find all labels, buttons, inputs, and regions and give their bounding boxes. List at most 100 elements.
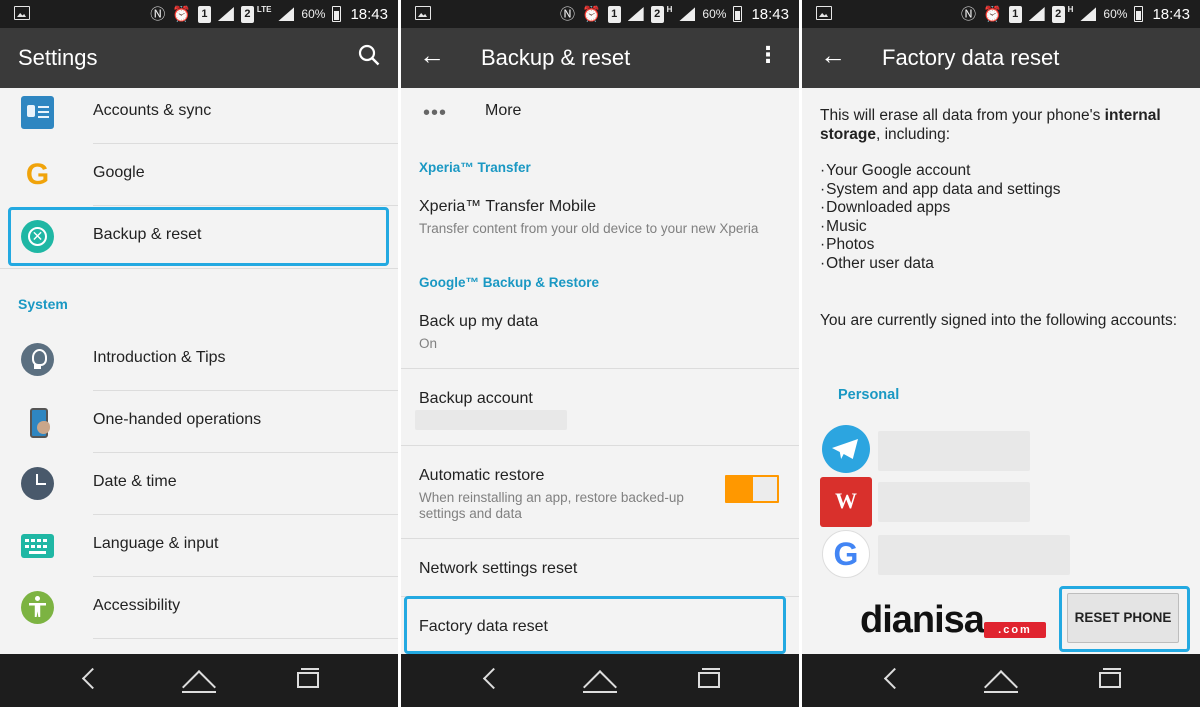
status-bar: Ⓝ ⏰ 1 2 H 60% 18:43 xyxy=(802,0,1200,28)
network-type-label: H xyxy=(1067,5,1074,14)
more-label: More xyxy=(485,102,522,119)
settings-item-label: Accounts & sync xyxy=(93,102,212,119)
redacted-account xyxy=(878,482,1030,522)
settings-item-label: Accessibility xyxy=(93,597,181,614)
settings-item-label: One-handed operations xyxy=(93,411,262,428)
nav-recents-icon[interactable] xyxy=(1099,668,1121,688)
category-xperia-transfer: Xperia™ Transfer xyxy=(419,160,531,175)
back-arrow-icon[interactable]: ← xyxy=(419,42,445,68)
settings-item-one-handed[interactable]: One-handed operations xyxy=(0,391,398,453)
nav-recents-icon[interactable] xyxy=(698,668,720,688)
erase-items-list: Your Google account System and app data … xyxy=(820,162,1061,274)
factory-reset-screen: Ⓝ ⏰ 1 2 H 60% 18:43 ← Factory data reset… xyxy=(802,0,1200,707)
settings-item-introduction-tips[interactable]: Introduction & Tips xyxy=(0,329,398,391)
lightbulb-icon xyxy=(21,343,54,376)
nav-back-icon[interactable] xyxy=(481,668,497,690)
nfc-icon: Ⓝ xyxy=(960,5,976,23)
backup-account-item[interactable]: Backup account xyxy=(419,390,781,408)
automatic-restore-item[interactable]: Automatic restore When reinstalling an a… xyxy=(419,467,689,522)
more-dots-icon: ••• xyxy=(423,102,448,124)
battery-icon xyxy=(1134,6,1144,22)
settings-item-accounts-sync[interactable]: Accounts & sync xyxy=(0,82,398,144)
clock-time: 18:43 xyxy=(1152,5,1190,23)
clock-time: 18:43 xyxy=(350,5,388,23)
sim1-icon: 1 xyxy=(607,5,621,23)
nav-recents-icon[interactable] xyxy=(297,668,319,688)
battery-percent: 60% xyxy=(1103,7,1128,21)
battery-percent: 60% xyxy=(301,7,326,21)
page-title: Factory data reset xyxy=(882,45,1060,70)
watermark-com: .com xyxy=(984,622,1046,638)
settings-item-google[interactable]: G Google xyxy=(0,144,398,206)
back-arrow-icon[interactable]: ← xyxy=(820,42,846,68)
list-item: Downloaded apps xyxy=(820,199,1061,218)
erase-warning-text: This will erase all data from your phone… xyxy=(820,107,1161,143)
nav-home-icon[interactable] xyxy=(182,667,216,693)
google-icon: G xyxy=(822,530,870,578)
page-title: Backup & reset xyxy=(481,45,631,70)
settings-item-accessibility[interactable]: Accessibility xyxy=(0,577,398,639)
signal1-icon xyxy=(1028,7,1045,21)
nfc-icon: Ⓝ xyxy=(150,5,166,23)
signal1-icon xyxy=(627,7,644,21)
nav-back-icon[interactable] xyxy=(80,668,96,690)
personal-section-label: Personal xyxy=(838,387,900,403)
item-title: Backup account xyxy=(419,390,533,407)
highlight-box xyxy=(404,596,786,654)
back-up-my-data-item[interactable]: Back up my data On xyxy=(419,313,781,352)
battery-percent: 60% xyxy=(702,7,727,21)
watermark-logo: dianisa xyxy=(860,599,985,641)
network-type-label: LTE xyxy=(256,5,272,14)
battery-icon xyxy=(332,6,342,22)
alarm-icon: ⏰ xyxy=(581,5,601,23)
redacted-account xyxy=(415,410,567,430)
settings-item-date-time[interactable]: Date & time xyxy=(0,453,398,515)
category-google-backup: Google™ Backup & Restore xyxy=(419,275,600,290)
search-icon[interactable] xyxy=(358,44,380,72)
battery-icon xyxy=(733,6,743,22)
app-bar: ← Backup & reset ⋮ xyxy=(401,28,799,88)
item-subtitle: On xyxy=(419,336,438,351)
alarm-icon: ⏰ xyxy=(172,5,191,23)
overflow-menu-icon[interactable]: ⋮ xyxy=(757,42,779,68)
accessibility-icon xyxy=(21,591,54,624)
telegram-icon xyxy=(822,425,870,473)
list-item: Your Google account xyxy=(820,162,1061,181)
app-bar: ← Factory data reset xyxy=(802,28,1200,88)
list-item: Music xyxy=(820,218,1061,237)
gallery-notification-icon xyxy=(415,6,431,20)
signal2-icon xyxy=(278,7,295,21)
signed-in-text: You are currently signed into the follow… xyxy=(820,312,1178,329)
gallery-notification-icon xyxy=(816,6,832,20)
backup-reset-screen: Ⓝ ⏰ 1 2 H 60% 18:43 ← Backup & reset ⋮ •… xyxy=(401,0,799,707)
signal1-icon xyxy=(217,7,234,21)
highlight-box xyxy=(8,207,389,266)
alarm-icon: ⏰ xyxy=(982,5,1002,23)
network-settings-reset-item[interactable]: Network settings reset xyxy=(419,560,781,578)
item-subtitle: Transfer content from your old device to… xyxy=(419,221,759,236)
nav-home-icon[interactable] xyxy=(583,667,617,693)
settings-item-language-input[interactable]: Language & input xyxy=(0,515,398,577)
sim2-icon: 2 xyxy=(650,5,664,23)
nav-back-icon[interactable] xyxy=(882,668,898,690)
list-item: System and app data and settings xyxy=(820,181,1060,200)
clock-icon xyxy=(21,467,54,500)
clock-time: 18:43 xyxy=(751,5,789,23)
xperia-transfer-mobile-item[interactable]: Xperia™ Transfer Mobile Transfer content… xyxy=(419,198,781,237)
list-item: Other user data xyxy=(820,255,1061,274)
page-title: Settings xyxy=(18,45,98,70)
automatic-restore-toggle[interactable] xyxy=(725,475,779,503)
signal2-icon xyxy=(1080,7,1097,21)
nav-bar xyxy=(0,654,398,707)
item-subtitle: When reinstalling an app, restore backed… xyxy=(419,490,684,521)
settings-item-label: Date & time xyxy=(93,473,177,490)
wps-office-icon: W xyxy=(820,477,872,527)
item-title: Back up my data xyxy=(419,313,539,330)
highlight-box xyxy=(1059,586,1190,652)
nav-home-icon[interactable] xyxy=(984,667,1018,693)
item-title: Xperia™ Transfer Mobile xyxy=(419,198,596,215)
item-title: Network settings reset xyxy=(419,560,578,577)
status-bar: Ⓝ ⏰ 1 2 LTE 60% 18:43 xyxy=(0,0,398,28)
sim2-icon: 2 xyxy=(1051,5,1065,23)
sim1-icon: 1 xyxy=(1008,5,1022,23)
